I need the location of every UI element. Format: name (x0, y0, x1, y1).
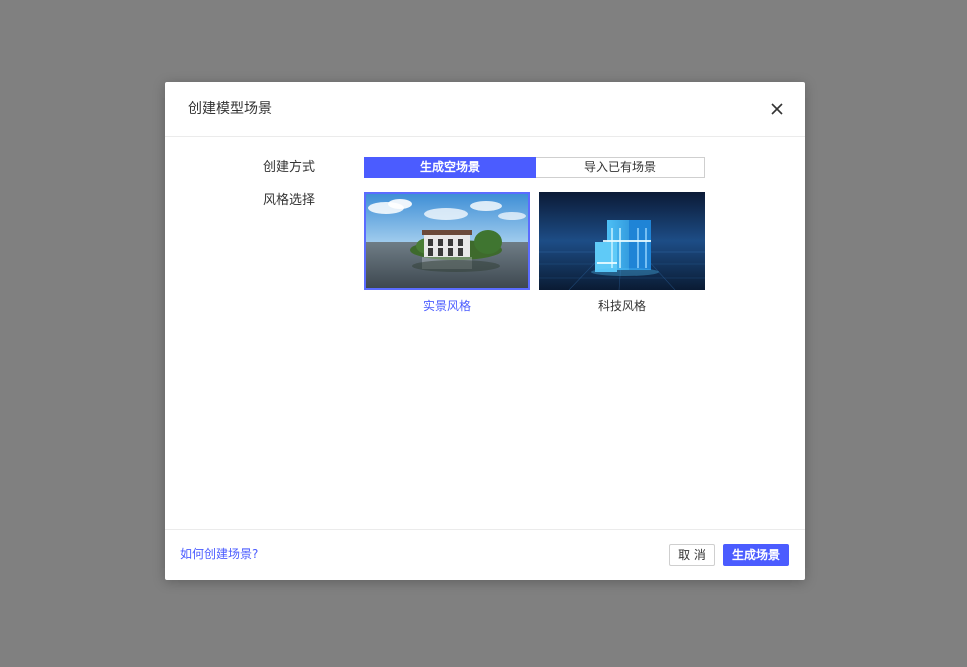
how-to-create-scene-link[interactable]: 如何创建场景? (180, 547, 258, 561)
dialog-title: 创建模型场景 (188, 101, 272, 117)
style-card-realistic[interactable]: 实景风格 (364, 192, 530, 313)
creation-method-label: 创建方式 (263, 160, 316, 175)
tech-buildings-image (539, 192, 705, 290)
close-button[interactable] (767, 99, 787, 119)
dialog-header: 创建模型场景 (165, 82, 805, 137)
realistic-style-thumbnail (364, 192, 530, 290)
dialog-footer: 如何创建场景? 取 消 生成场景 (165, 529, 805, 581)
tech-style-thumbnail (539, 192, 705, 290)
create-scene-dialog: 创建模型场景 创建方式 生成空场景 导入已有场景 风格选择 实景风格 科技风格 … (165, 82, 805, 580)
tech-style-label: 科技风格 (597, 299, 646, 313)
creation-method-toggle: 生成空场景 导入已有场景 (364, 157, 705, 178)
style-card-tech[interactable]: 科技风格 (539, 192, 705, 313)
realistic-style-label: 实景风格 (422, 299, 471, 313)
realistic-villa-image (366, 194, 528, 288)
style-selection-label: 风格选择 (263, 193, 316, 208)
cancel-button[interactable]: 取 消 (669, 544, 715, 566)
generate-scene-button[interactable]: 生成场景 (723, 544, 789, 566)
method-option-empty-scene[interactable]: 生成空场景 (364, 157, 536, 178)
close-icon (771, 103, 783, 115)
method-option-import-scene[interactable]: 导入已有场景 (536, 157, 705, 178)
